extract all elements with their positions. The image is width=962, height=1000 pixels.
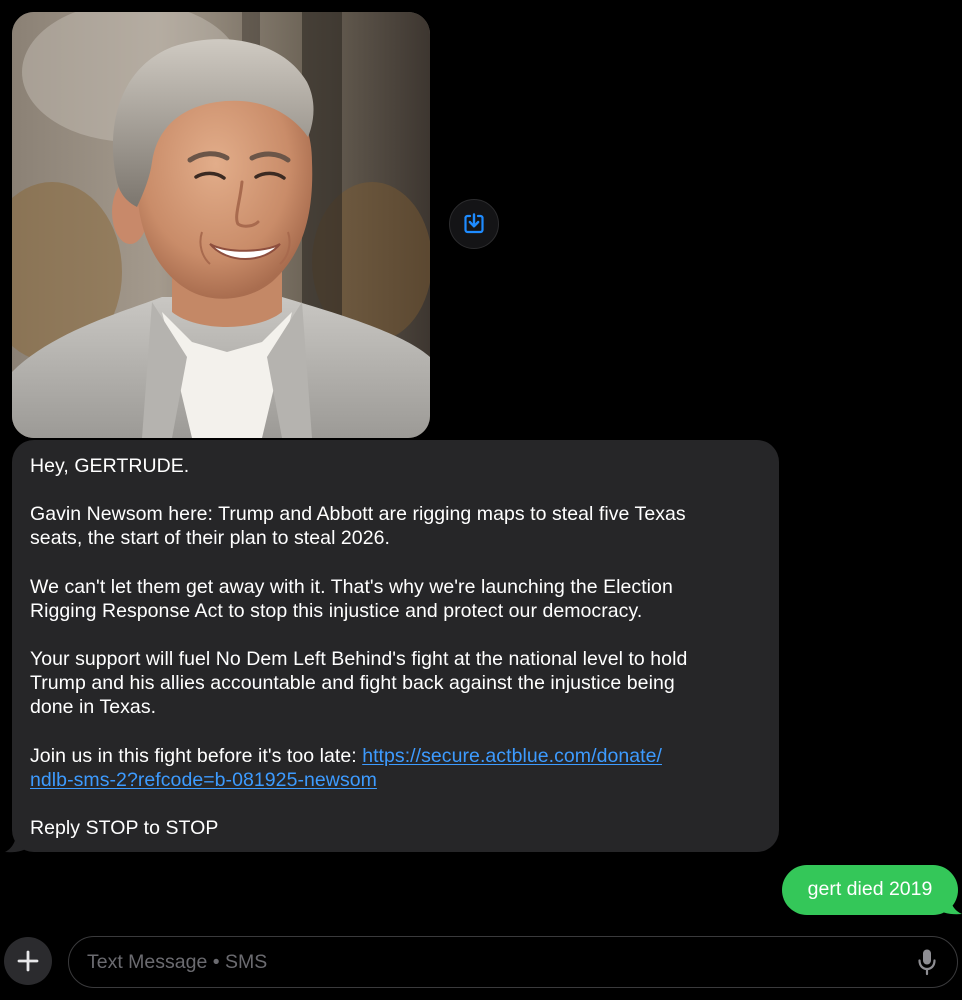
plus-icon <box>17 950 39 972</box>
message-reply-instruction: Reply STOP to STOP <box>30 817 219 840</box>
add-attachment-button[interactable] <box>4 937 52 985</box>
donate-link-line-1: https://secure.actblue.com/donate/ <box>362 744 662 767</box>
portrait-image <box>12 12 430 438</box>
message-paragraph: We can't let them get away with it. That… <box>30 575 673 622</box>
message-paragraph: Gavin Newsom here: Trump and Abbott are … <box>30 503 686 550</box>
outgoing-message-bubble[interactable]: gert died 2019 <box>782 865 958 915</box>
donate-link-line-2: ndlb-sms-2?refcode=b-081925-newsom <box>30 768 377 791</box>
dictation-button[interactable] <box>909 944 945 980</box>
incoming-message-bubble[interactable]: Hey, GERTRUDE. Gavin Newsom here: Trump … <box>12 440 779 852</box>
attachment-photo[interactable] <box>12 12 430 438</box>
message-input[interactable] <box>87 950 909 974</box>
message-paragraph: Your support will fuel No Dem Left Behin… <box>30 648 688 719</box>
messages-screen: Hey, GERTRUDE. Gavin Newsom here: Trump … <box>0 0 962 1000</box>
message-greeting: Hey, GERTRUDE. <box>30 455 190 477</box>
save-to-photos-icon <box>464 213 484 234</box>
microphone-icon <box>918 949 936 976</box>
message-cta-paragraph: Join us in this fight before it's too la… <box>30 744 761 792</box>
outgoing-message-text: gert died 2019 <box>807 877 933 900</box>
message-cta-text: Join us in this fight before it's too la… <box>30 744 363 767</box>
message-compose-field[interactable] <box>68 936 958 988</box>
save-attachment-button[interactable] <box>449 199 499 249</box>
